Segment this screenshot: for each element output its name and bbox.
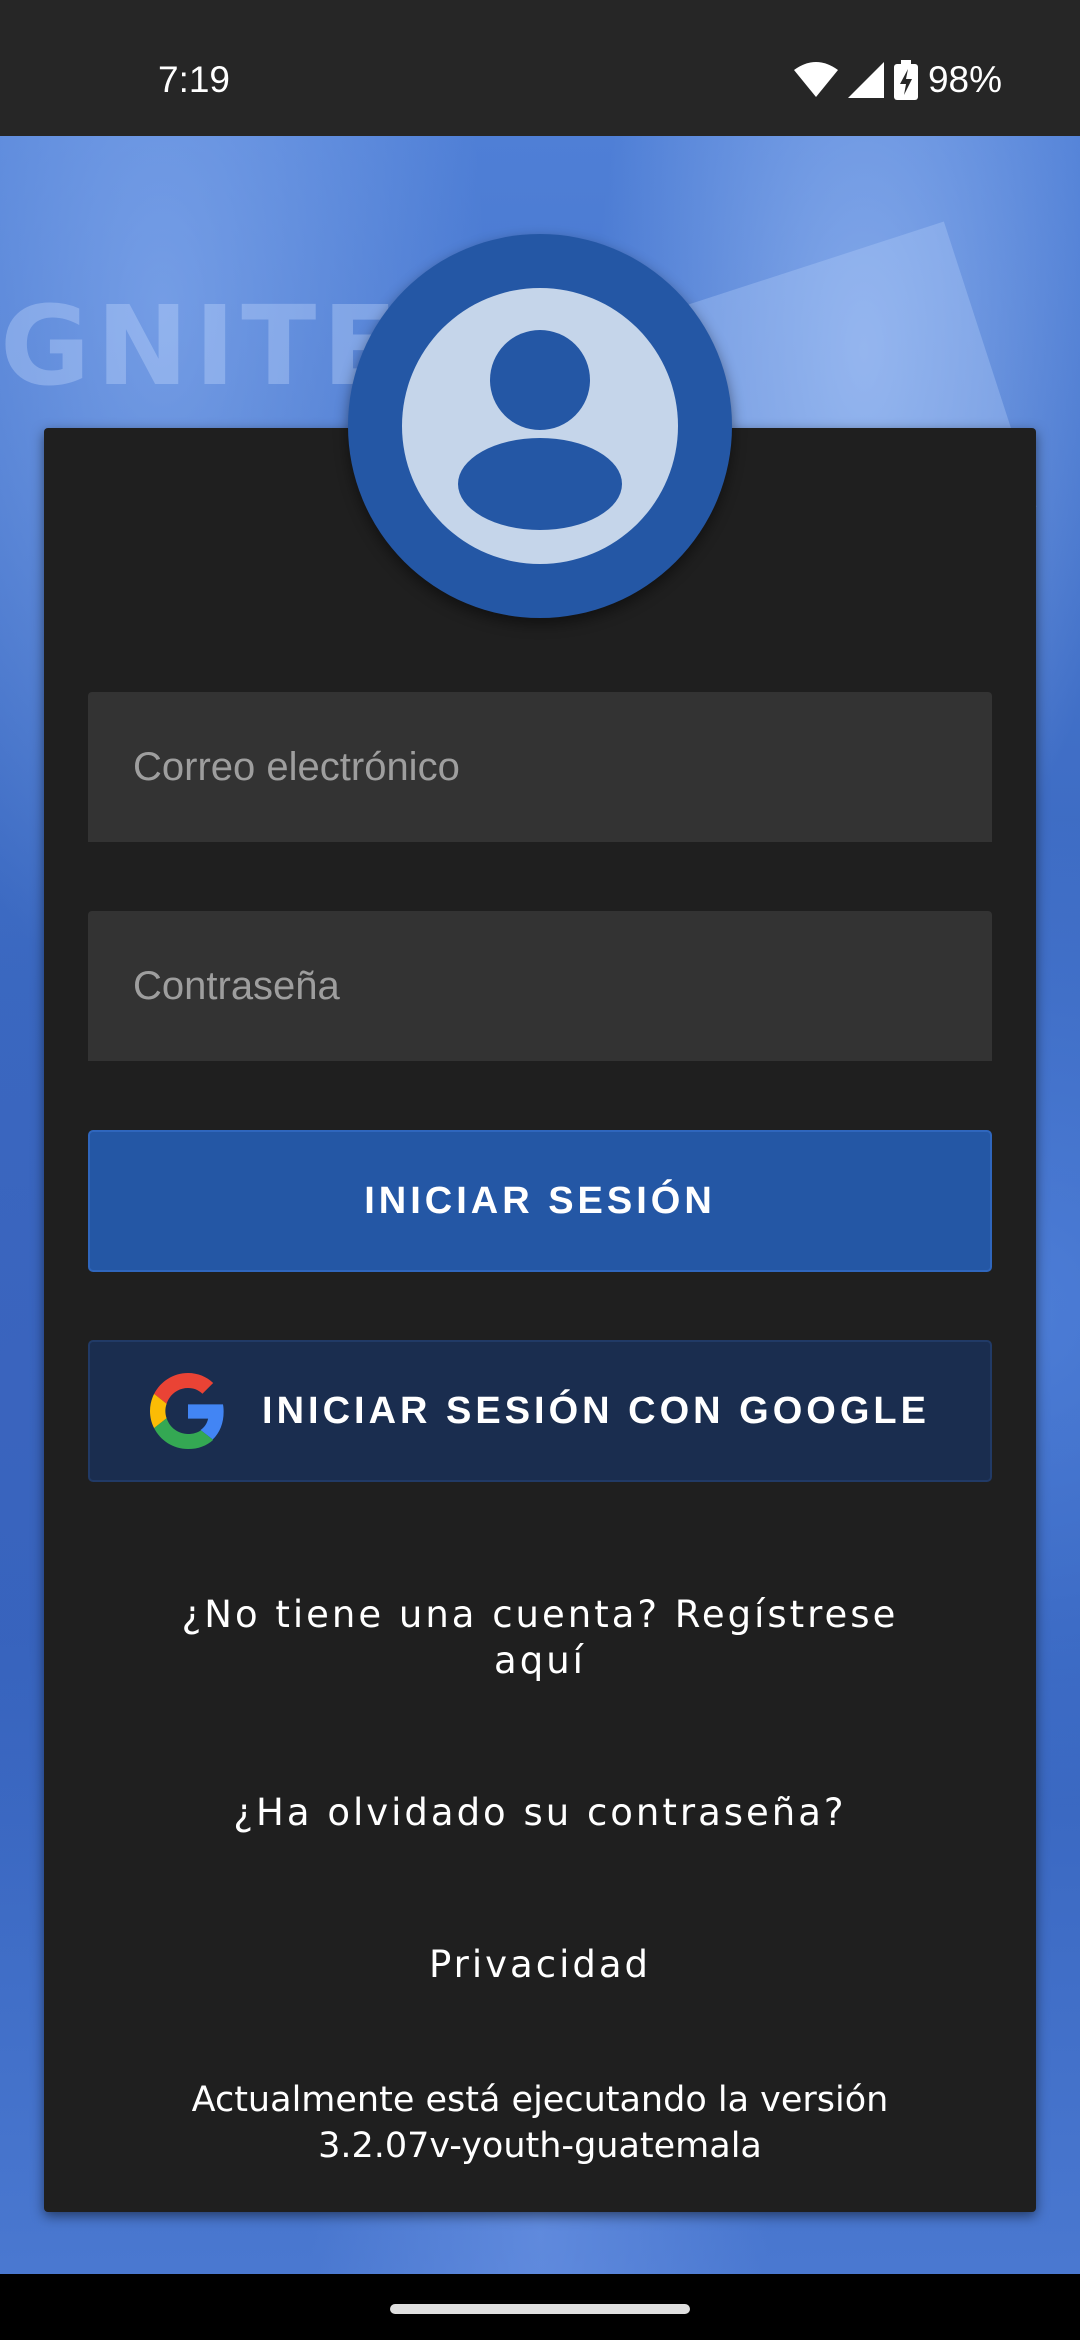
forgot-password-link[interactable]: ¿Ha olvidado su contraseña? (44, 1790, 1036, 1836)
email-field[interactable] (88, 692, 992, 842)
login-button[interactable]: INICIAR SESIÓN (88, 1130, 992, 1272)
battery-charging-icon (893, 60, 918, 100)
status-icons: 98% (793, 58, 1002, 102)
status-time: 7:19 (158, 59, 231, 100)
battery-percentage: 98% (927, 59, 1002, 100)
status-bar: 7:19 98% (0, 0, 1080, 136)
wifi-icon (793, 62, 838, 97)
account-circle-icon (348, 234, 732, 618)
privacy-link[interactable]: Privacidad (44, 1942, 1036, 1988)
navigation-bar (0, 2274, 1080, 2340)
google-logo-icon (150, 1373, 224, 1449)
version-line2: 3.2.07v-youth-guatemala (318, 2126, 762, 2166)
register-link-line1: ¿No tiene una cuenta? Regístrese (181, 1593, 899, 1636)
home-gesture-handle[interactable] (390, 2304, 690, 2314)
register-link-line2: aquí (494, 1639, 586, 1682)
google-login-button[interactable]: INICIAR SESIÓN CON GOOGLE (88, 1340, 992, 1482)
login-button-label: INICIAR SESIÓN (364, 1179, 716, 1222)
cellular-signal-icon (847, 62, 884, 98)
version-info: Actualmente está ejecutando la versión 3… (44, 2077, 1036, 2169)
register-link[interactable]: ¿No tiene una cuenta? Regístrese aquí (44, 1592, 1036, 1684)
google-login-button-label: INICIAR SESIÓN CON GOOGLE (262, 1389, 930, 1432)
password-field[interactable] (88, 911, 992, 1061)
version-line1: Actualmente está ejecutando la versión (191, 2080, 889, 2120)
